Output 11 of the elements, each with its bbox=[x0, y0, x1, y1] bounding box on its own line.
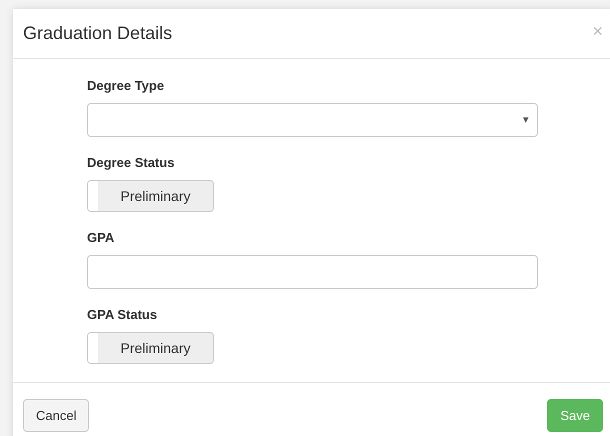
caret-icon: ▾ bbox=[523, 112, 529, 128]
dialog-title: Graduation Details bbox=[23, 22, 172, 45]
cancel-button[interactable]: Cancel bbox=[23, 399, 90, 432]
status-toggle[interactable]: Preliminary bbox=[87, 332, 214, 364]
field-label: GPA bbox=[87, 230, 116, 246]
select-field[interactable]: ▾ bbox=[87, 103, 538, 137]
field-label: Degree Status bbox=[87, 155, 176, 171]
field-label: Degree Type bbox=[87, 78, 166, 94]
input-field[interactable] bbox=[87, 255, 538, 289]
field-label: GPA Status bbox=[87, 307, 158, 323]
status-toggle[interactable]: Preliminary bbox=[87, 180, 214, 212]
